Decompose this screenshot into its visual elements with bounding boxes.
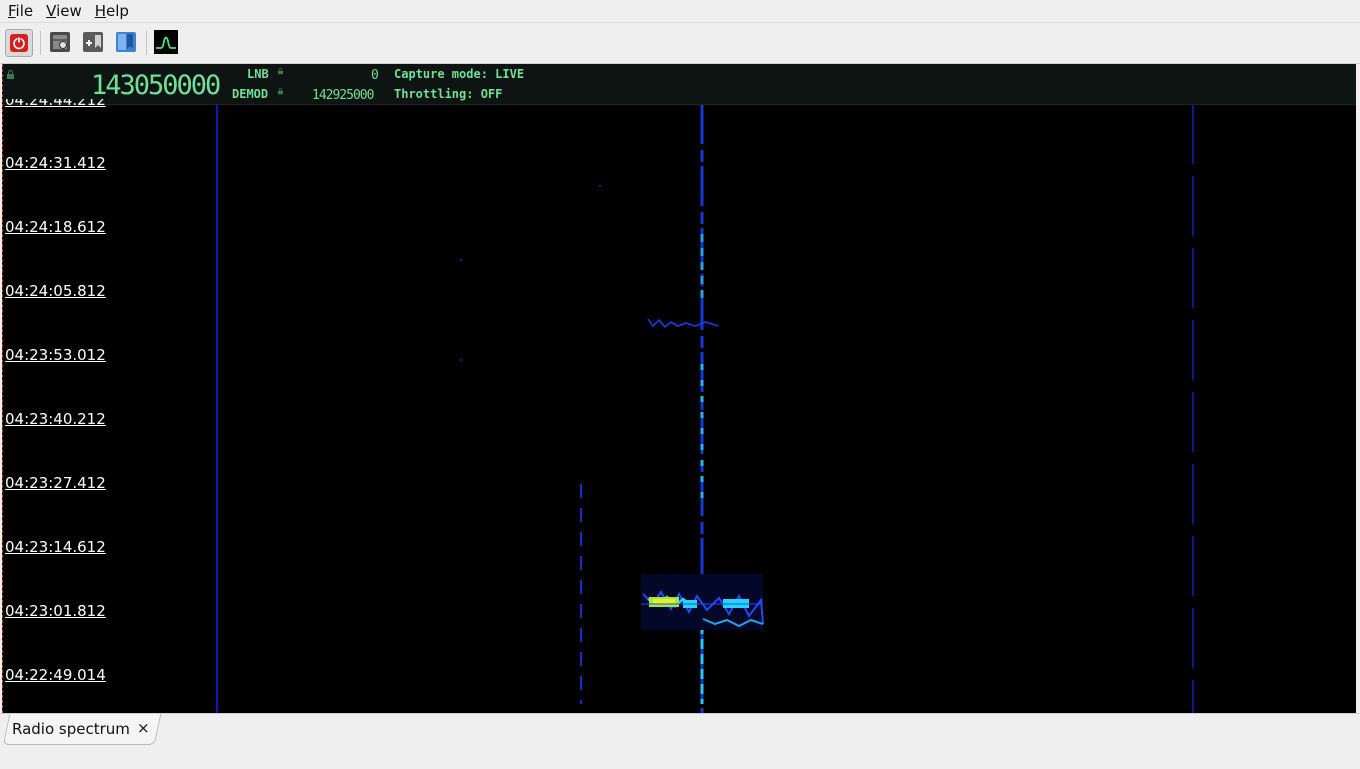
- lock-icon[interactable]: [7, 70, 14, 79]
- power-icon: [10, 34, 28, 52]
- lnb-value[interactable]: 0: [371, 68, 379, 83]
- tab-radio-spectrum[interactable]: Radio spectrum: [12, 720, 130, 738]
- capture-mode: Capture mode: LIVE: [394, 67, 525, 81]
- demod-lock-icon[interactable]: [278, 87, 283, 95]
- timestamp: 04:24:05.812: [5, 282, 106, 300]
- timestamp: 04:23:40.212: [5, 410, 106, 428]
- signal-burst: [641, 574, 764, 630]
- lnb-label: LNB: [247, 67, 269, 81]
- toolbar: [0, 22, 1360, 64]
- timestamp: 04:23:53.012: [5, 346, 106, 364]
- spectrum-button[interactable]: [153, 29, 181, 57]
- demod-label: DEMOD: [232, 87, 269, 101]
- timestamp: 04:23:14.612: [5, 538, 106, 556]
- timestamp: 04:24:31.412: [5, 154, 106, 172]
- menu-view[interactable]: View: [38, 0, 87, 22]
- waterfall-panel[interactable]: 143050000 LNB 0 DEMOD 142925000 Capture …: [2, 64, 1356, 713]
- toolbar-separator: [146, 31, 147, 55]
- menu-help[interactable]: Help: [87, 0, 134, 22]
- center-frequency[interactable]: 143050000: [91, 70, 221, 101]
- timestamp: 04:23:01.812: [5, 602, 106, 620]
- throttling-status: Throttling: OFF: [394, 87, 503, 101]
- lnb-lock-icon[interactable]: [278, 67, 283, 75]
- tuner-header: 143050000 LNB 0 DEMOD 142925000 Capture …: [3, 64, 1356, 105]
- power-button[interactable]: [5, 29, 33, 57]
- tab-close-icon[interactable]: ×: [137, 719, 150, 737]
- spectrum-icon: [154, 30, 178, 54]
- menu-bar: File View Help: [0, 0, 1360, 22]
- bookmarks-icon: [116, 32, 136, 52]
- bookmarks-button[interactable]: [113, 29, 141, 57]
- panel-settings-button[interactable]: [47, 29, 75, 57]
- demod-value[interactable]: 142925000: [312, 88, 374, 103]
- panel-settings-icon: [50, 32, 70, 52]
- menu-file[interactable]: File: [0, 0, 38, 22]
- tab-bar: Radio spectrum ×: [0, 713, 1360, 769]
- waterfall-display[interactable]: [3, 64, 1356, 713]
- timestamp: 04:23:27.412: [5, 474, 106, 492]
- add-bookmark-icon: [83, 32, 103, 52]
- timestamp: 04:24:18.612: [5, 218, 106, 236]
- timestamp: 04:22:49.014: [5, 666, 106, 684]
- add-bookmark-button[interactable]: [80, 29, 108, 57]
- toolbar-separator: [40, 31, 41, 55]
